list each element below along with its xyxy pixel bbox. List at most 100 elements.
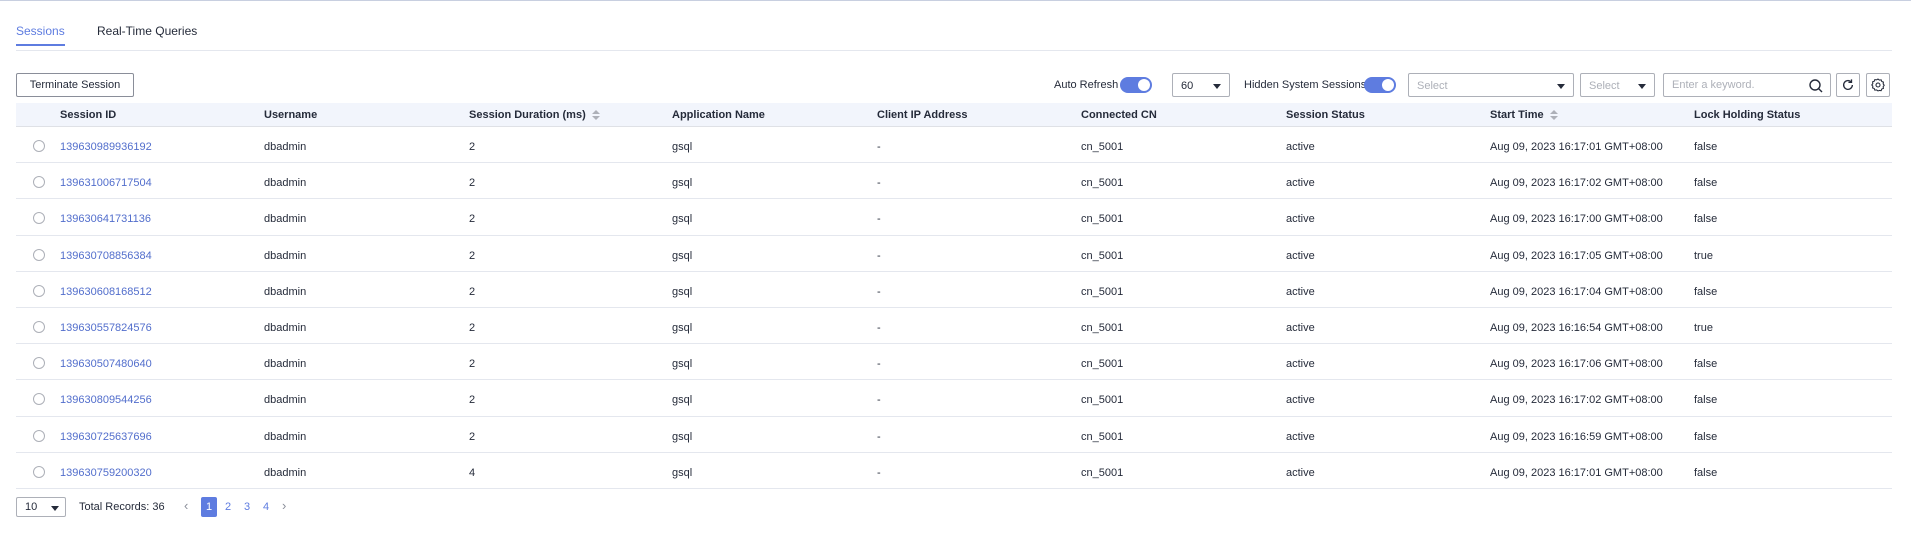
filter-select-1[interactable]: Select xyxy=(1408,73,1574,97)
session-status-cell: active xyxy=(1286,249,1315,262)
refresh-button[interactable] xyxy=(1836,73,1860,97)
table-header: Session ID Username Session Duration (ms… xyxy=(16,103,1892,127)
table-row[interactable]: 139630708856384 dbadmin 2 gsql - cn_5001 activ… xyxy=(16,236,1892,272)
session-id-link[interactable]: 139630759200320 xyxy=(60,467,152,479)
connected-cn-cell: cn_5001 xyxy=(1081,430,1124,443)
session-id-link[interactable]: 139630708856384 xyxy=(60,250,152,262)
session-id-link[interactable]: 139630989936192 xyxy=(60,141,152,153)
client-ip-cell: - xyxy=(877,430,881,443)
start-time-cell: Aug 09, 2023 16:17:02 GMT+08:00 xyxy=(1490,177,1663,190)
page-3[interactable]: 3 xyxy=(239,497,255,517)
table-row[interactable]: 139630557824576 dbadmin 2 gsql - cn_5001 activ… xyxy=(16,308,1892,345)
duration-cell: 2 xyxy=(469,394,476,407)
start-time-cell: Aug 09, 2023 16:17:04 GMT+08:00 xyxy=(1490,285,1663,298)
tab-real-time-queries[interactable]: Real-Time Queries xyxy=(97,24,197,38)
start-time-cell: Aug 09, 2023 16:17:01 GMT+08:00 xyxy=(1490,141,1663,153)
column-label: Connected CN xyxy=(1081,109,1157,121)
terminate-session-button[interactable]: Terminate Session xyxy=(16,73,134,97)
table-row[interactable]: 139630641731136 dbadmin 2 gsql - cn_5001 activ… xyxy=(16,199,1892,236)
row-select-radio[interactable] xyxy=(33,212,45,225)
lock-holding-status-cell: false xyxy=(1694,394,1718,407)
page-1[interactable]: 1 xyxy=(201,497,217,517)
table-row[interactable]: 139630989936192 dbadmin 2 gsql - cn_5001 activ… xyxy=(16,127,1892,164)
application-name-cell: gsql xyxy=(672,285,693,298)
row-select-radio[interactable] xyxy=(33,320,45,333)
search-input[interactable] xyxy=(1672,78,1802,92)
session-id-link[interactable]: 139630725637696 xyxy=(60,431,152,443)
lock-holding-status-cell: false xyxy=(1694,141,1718,153)
application-name-cell: gsql xyxy=(672,177,693,190)
column-header: Session ID xyxy=(60,109,116,121)
client-ip-cell: - xyxy=(877,394,881,407)
application-name-cell: gsql xyxy=(672,141,693,153)
lock-holding-status-cell: false xyxy=(1694,358,1718,371)
start-time-cell: Aug 09, 2023 16:17:05 GMT+08:00 xyxy=(1490,249,1663,262)
search-icon[interactable] xyxy=(1808,78,1824,94)
page-4[interactable]: 4 xyxy=(258,497,274,517)
session-id-link[interactable]: 139631006717504 xyxy=(60,177,152,189)
column-header: Lock Holding Status xyxy=(1694,109,1800,121)
filter-select-1-placeholder: Select xyxy=(1417,80,1448,92)
session-id-link[interactable]: 139630557824576 xyxy=(60,322,152,334)
chevron-down-icon xyxy=(1213,84,1221,89)
column-label: Session ID xyxy=(60,109,117,121)
tab-sessions[interactable]: Sessions xyxy=(16,24,65,46)
username-cell: dbadmin xyxy=(264,394,307,407)
page-size-select[interactable]: 10 xyxy=(16,497,66,517)
hidden-system-sessions-toggle[interactable] xyxy=(1364,77,1396,93)
session-status-cell: active xyxy=(1286,321,1315,334)
session-id-link[interactable]: 139630608168512 xyxy=(60,286,152,298)
session-id-link[interactable]: 139630507480640 xyxy=(60,358,152,370)
chevron-down-icon xyxy=(1557,84,1565,89)
settings-button[interactable] xyxy=(1866,73,1890,97)
session-status-cell: active xyxy=(1286,141,1315,153)
table-row[interactable]: 139630725637696 dbadmin 2 gsql - cn_5001 activ… xyxy=(16,417,1892,453)
username-cell: dbadmin xyxy=(264,430,307,443)
row-select-radio[interactable] xyxy=(33,284,45,297)
client-ip-cell: - xyxy=(877,177,881,190)
sort-icon[interactable] xyxy=(1549,109,1558,121)
chevron-right-icon[interactable]: › xyxy=(282,498,286,513)
filter-select-2[interactable]: Select xyxy=(1580,73,1655,97)
connected-cn-cell: cn_5001 xyxy=(1081,177,1124,190)
duration-cell: 4 xyxy=(469,466,476,479)
connected-cn-cell: cn_5001 xyxy=(1081,466,1124,479)
table-row[interactable]: 139630759200320 dbadmin 4 gsql - cn_5001 activ… xyxy=(16,453,1892,489)
application-name-cell: gsql xyxy=(672,321,693,334)
page-2[interactable]: 2 xyxy=(220,497,236,517)
table-row[interactable]: 139630608168512 dbadmin 2 gsql - cn_5001 activ… xyxy=(16,272,1892,308)
table-row[interactable]: 139631006717504 dbadmin 2 gsql - cn_5001 activ… xyxy=(16,163,1892,200)
table-row[interactable]: 139630507480640 dbadmin 2 gsql - cn_5001 activ… xyxy=(16,344,1892,381)
session-status-cell: active xyxy=(1286,285,1315,298)
row-select-radio[interactable] xyxy=(33,393,45,406)
row-select-radio[interactable] xyxy=(33,465,45,478)
row-select-radio[interactable] xyxy=(33,248,45,261)
toggle-knob xyxy=(1382,79,1394,91)
refresh-interval-value: 60 xyxy=(1181,80,1194,92)
row-select-radio[interactable] xyxy=(33,140,45,152)
row-select-radio[interactable] xyxy=(33,357,45,370)
column-label: Username xyxy=(264,109,318,121)
lock-holding-status-cell: false xyxy=(1694,285,1718,298)
session-id-link[interactable]: 139630809544256 xyxy=(60,394,152,406)
duration-cell: 2 xyxy=(469,358,476,371)
sort-icon[interactable] xyxy=(591,109,600,121)
column-header-sortable[interactable]: Session Duration (ms) xyxy=(469,109,600,121)
refresh-interval-select[interactable]: 60 xyxy=(1172,73,1230,97)
lock-holding-status-cell: true xyxy=(1694,321,1713,334)
session-id-link[interactable]: 139630641731136 xyxy=(60,213,151,225)
start-time-cell: Aug 09, 2023 16:17:00 GMT+08:00 xyxy=(1490,213,1663,226)
lock-holding-status-cell: false xyxy=(1694,430,1718,443)
auto-refresh-toggle[interactable] xyxy=(1120,77,1152,93)
chevron-left-icon[interactable]: ‹ xyxy=(184,498,188,513)
auto-refresh-label: Auto Refresh xyxy=(1054,79,1119,91)
column-header: Session Status xyxy=(1286,109,1365,121)
duration-cell: 2 xyxy=(469,430,476,443)
table-row[interactable]: 139630809544256 dbadmin 2 gsql - cn_5001 activ… xyxy=(16,380,1892,417)
row-select-radio[interactable] xyxy=(33,429,45,442)
start-time-cell: Aug 09, 2023 16:17:01 GMT+08:00 xyxy=(1490,466,1663,479)
column-header-sortable[interactable]: Start Time xyxy=(1490,109,1558,121)
row-select-radio[interactable] xyxy=(33,176,45,189)
duration-cell: 2 xyxy=(469,249,476,262)
duration-cell: 2 xyxy=(469,213,476,226)
